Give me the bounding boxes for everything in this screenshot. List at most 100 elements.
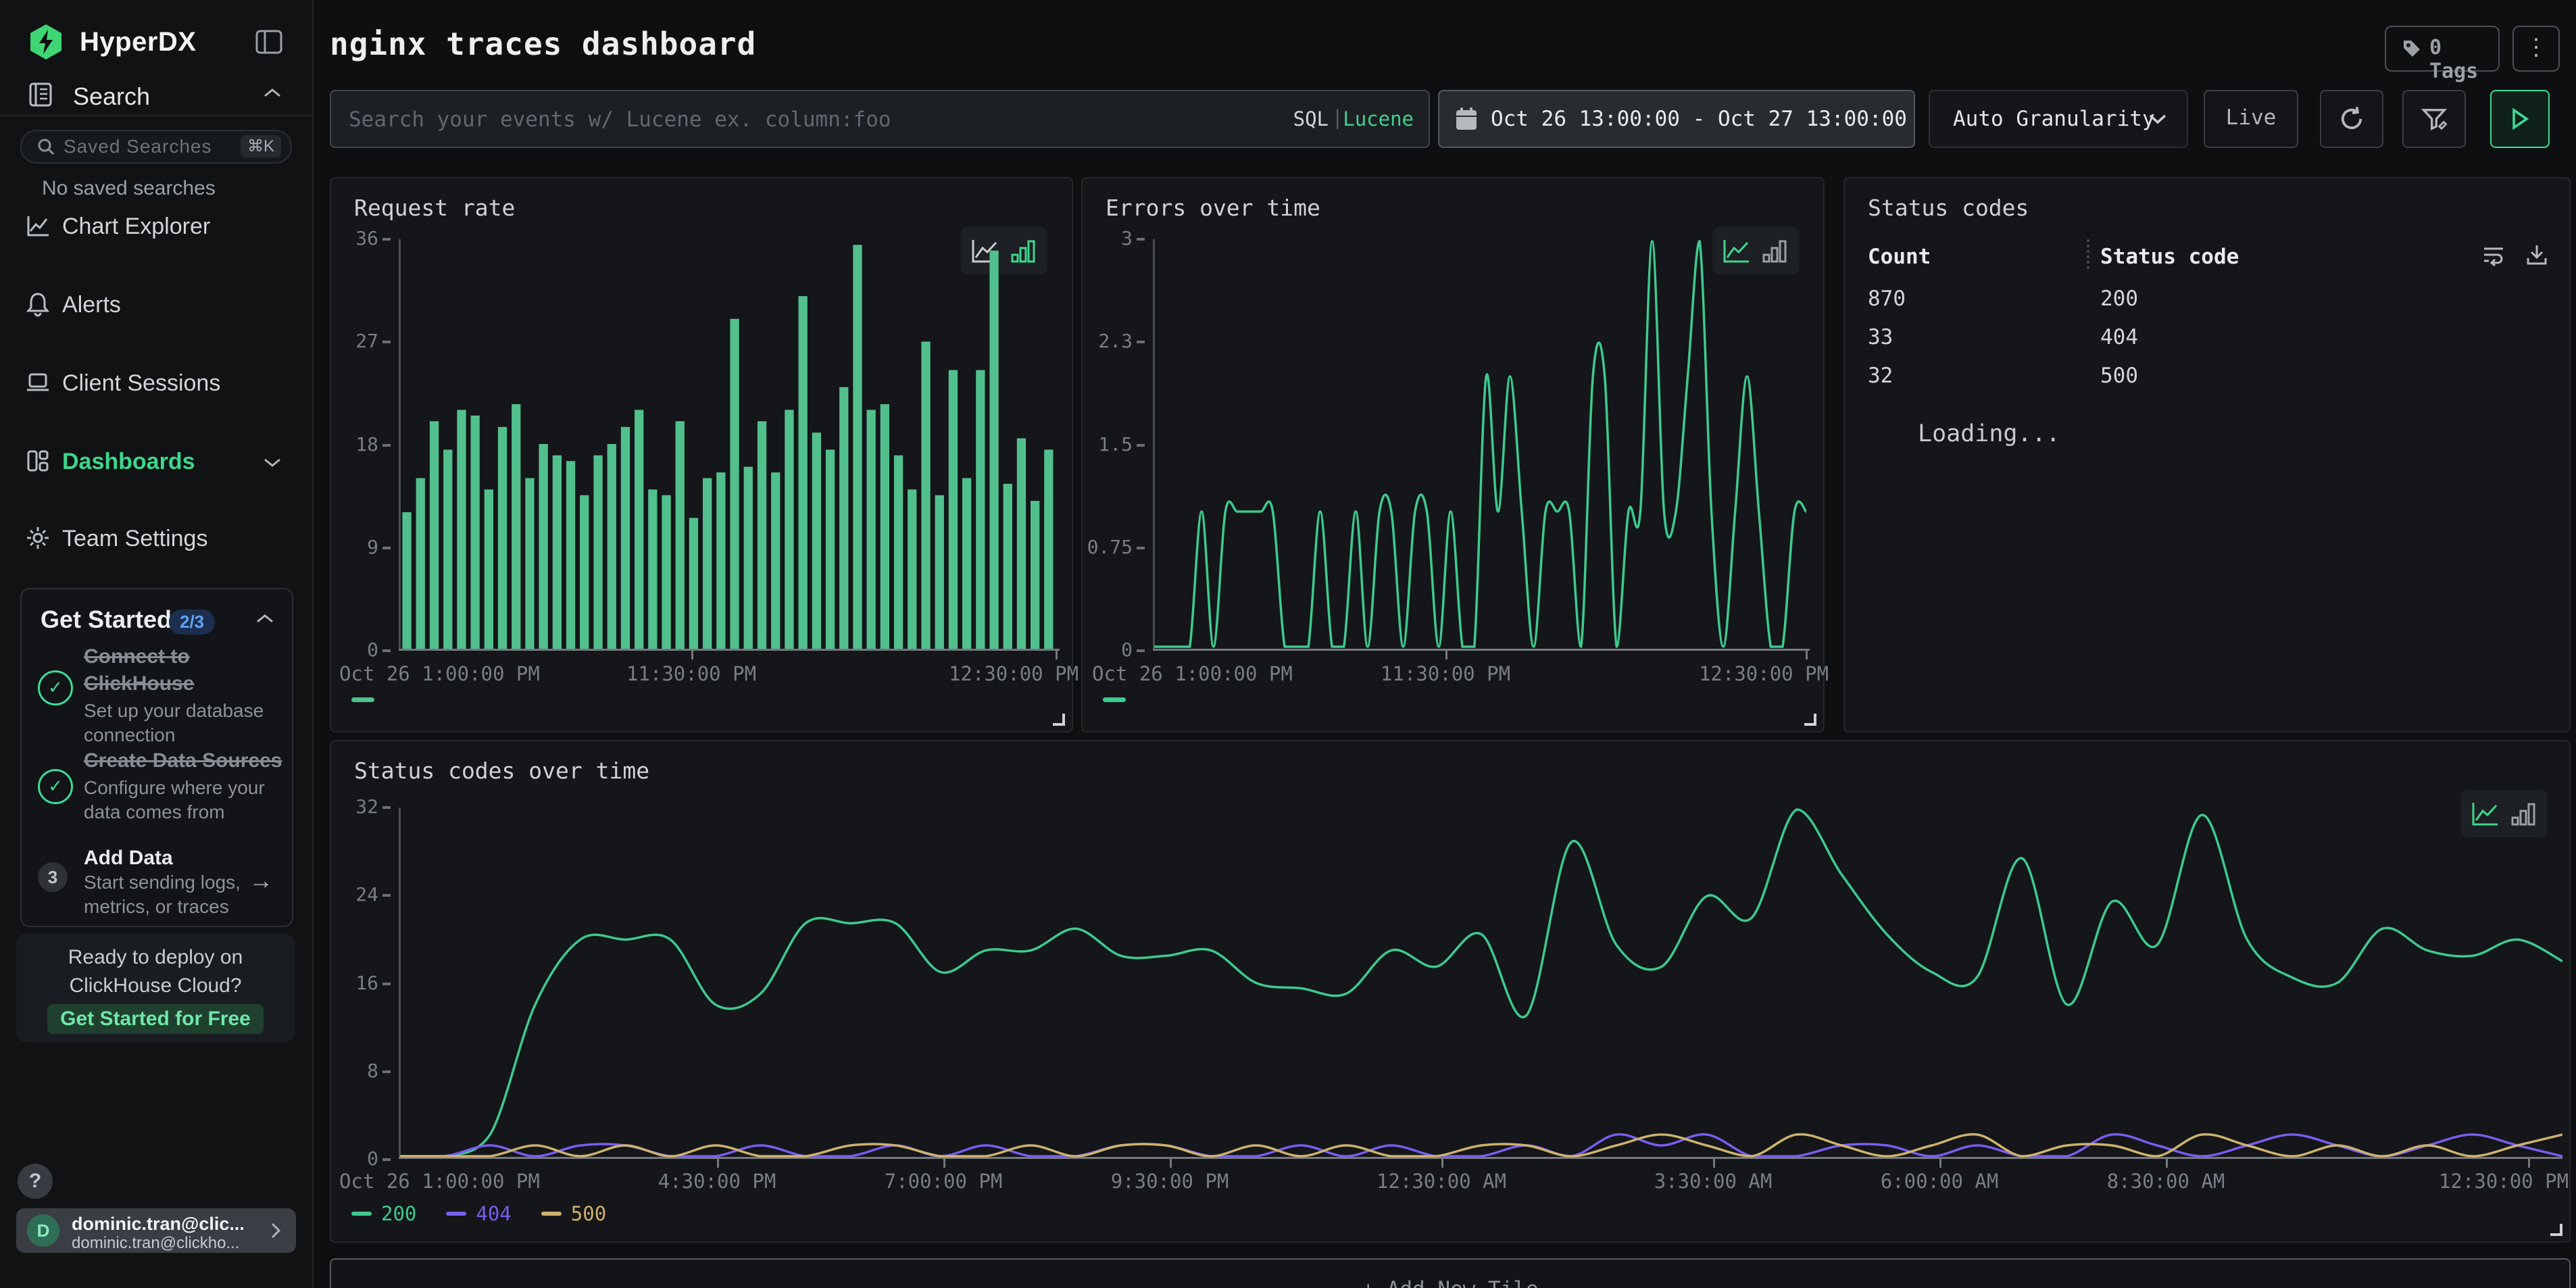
laptop-icon [24, 369, 51, 396]
granularity-select[interactable]: Auto Granularity [1929, 90, 2188, 148]
granularity-value: Auto Granularity [1953, 107, 2155, 131]
chevron-down-icon [2148, 112, 2168, 126]
chevron-right-icon [269, 1222, 282, 1239]
get-started-step-2[interactable]: ✓ Create Data Sources Configure where yo… [22, 751, 292, 833]
sidebar-section-search[interactable]: Search [0, 80, 312, 115]
sidebar-item-client-sessions[interactable]: Client Sessions [0, 366, 312, 403]
chevron-up-icon[interactable] [255, 612, 274, 626]
legend-item-404[interactable]: 404 [446, 1202, 511, 1225]
panel-status-codes-over-time: Status codes over time 32 24 16 8 0 Oct … [330, 740, 2571, 1243]
x-axis-label: 12:30:00 PM [1699, 662, 1829, 685]
sidebar: HyperDX Search Saved Searches ⌘K No save… [0, 0, 314, 1288]
chart-legend: 200 404 500 [351, 1202, 606, 1225]
x-axis-label: 9:30:00 PM [1111, 1170, 1229, 1193]
x-axis-line [1153, 649, 1810, 651]
loading-text: Loading... [1918, 420, 2060, 447]
x-axis-label: 4:30:00 PM [658, 1170, 776, 1193]
sidebar-item-dashboards[interactable]: Dashboards [0, 445, 312, 481]
legend-swatch [351, 1212, 372, 1216]
x-axis-label: 11:30:00 PM [626, 662, 756, 685]
brand-row: HyperDX [0, 19, 312, 66]
sidebar-item-alerts[interactable]: Alerts [0, 288, 312, 324]
play-icon [2510, 107, 2530, 130]
check-circle-icon: ✓ [38, 769, 73, 804]
table-row-code[interactable]: 200 [2100, 287, 2138, 311]
series-legend-swatch [1103, 697, 1126, 702]
table-row-count[interactable]: 870 [1868, 287, 1906, 311]
x-axis-label: Oct 26 1:00:00 PM [339, 1170, 540, 1193]
bell-icon [24, 291, 51, 318]
table-row-count[interactable]: 32 [1868, 364, 1893, 388]
legend-item-500[interactable]: 500 [541, 1202, 606, 1225]
column-divider[interactable] [2087, 239, 2089, 269]
get-started-step-3[interactable]: 3 Add Data Start sending logs, metrics, … [22, 847, 292, 922]
x-tick [1056, 650, 1058, 660]
clickhouse-promo-card: Ready to deploy on ClickHouse Cloud? Get… [16, 934, 295, 1042]
panel-errors-over-time: Errors over time 3 2.3 1.5 0.75 0 Oct 26… [1081, 177, 1825, 733]
x-axis-label: Oct 26 1:00:00 PM [1092, 662, 1293, 685]
table-row-count[interactable]: 33 [1868, 325, 1893, 349]
saved-searches-input[interactable]: Saved Searches ⌘K [20, 130, 292, 164]
event-search-input[interactable]: Search your events w/ Lucene ex. column:… [330, 90, 1430, 148]
promo-line2: ClickHouse Cloud? [16, 974, 295, 997]
y-axis-labels: 32 24 16 8 0 [331, 795, 391, 1170]
sql-toggle[interactable]: SQL [1293, 107, 1329, 130]
saved-searches-placeholder: Saved Searches [64, 136, 212, 157]
panel-status-codes: Status codes Count Status code 870 200 3… [1843, 177, 2571, 733]
help-button[interactable]: ? [18, 1164, 53, 1199]
hyperdx-logo-icon [27, 23, 65, 61]
sidebar-item-team-settings[interactable]: Team Settings [0, 522, 312, 558]
step-title: Add Data [84, 845, 273, 872]
table-actions [2481, 243, 2549, 266]
live-button[interactable]: Live [2204, 90, 2298, 148]
resize-handle[interactable] [1053, 714, 1065, 726]
wrap-text-icon[interactable] [2481, 243, 2506, 266]
sidebar-collapse-icon[interactable] [254, 27, 284, 57]
step-title: Connect to ClickHouse [84, 643, 253, 697]
resize-handle[interactable] [2550, 1224, 2562, 1236]
filter-edit-icon [2419, 104, 2449, 134]
lucene-toggle[interactable]: Lucene [1343, 107, 1414, 130]
x-axis-label: 7:00:00 PM [885, 1170, 1003, 1193]
resize-handle[interactable] [1804, 714, 1816, 726]
nav-label: Alerts [62, 292, 121, 318]
table-row-code[interactable]: 404 [2100, 325, 2138, 349]
panel-request-rate: Request rate 36 27 18 9 0 Oct 26 1:00:00… [330, 177, 1073, 733]
legend-item-200[interactable]: 200 [351, 1202, 416, 1225]
table-row-code[interactable]: 500 [2100, 364, 2138, 388]
x-tick [1445, 650, 1447, 660]
search-icon [36, 137, 55, 156]
nav-label: Chart Explorer [62, 214, 210, 240]
column-header-count[interactable]: Count [1868, 245, 1931, 269]
step-title: Create Data Sources [84, 747, 287, 774]
request-rate-bar-chart[interactable] [400, 239, 1056, 649]
get-started-title: Get Started [41, 605, 172, 634]
refresh-button[interactable] [2320, 90, 2383, 148]
nav-label: Team Settings [62, 526, 207, 552]
add-new-tile-button[interactable]: + Add New Tile [330, 1258, 2571, 1288]
user-name: dominic.tran@clic... [72, 1214, 245, 1235]
user-email: dominic.tran@clickho... [72, 1234, 239, 1253]
filter-button[interactable] [2402, 90, 2466, 148]
arrow-right-icon: → [249, 866, 273, 895]
tags-button[interactable]: 0 Tags [2385, 26, 2500, 72]
sidebar-item-chart-explorer[interactable]: Chart Explorer [0, 209, 312, 246]
get-started-free-button[interactable]: Get Started for Free [47, 1004, 264, 1034]
nav-label: Client Sessions [62, 370, 220, 397]
download-icon[interactable] [2525, 243, 2549, 266]
user-card[interactable]: D dominic.tran@clic... dominic.tran@clic… [16, 1208, 296, 1253]
status-codes-line-chart[interactable] [400, 808, 2562, 1158]
avatar: D [27, 1214, 59, 1247]
run-query-button[interactable] [2490, 90, 2550, 148]
chart-line-icon [24, 212, 51, 239]
panel-title: Status codes [1868, 195, 2029, 221]
kebab-menu-button[interactable]: ⋮ [2512, 26, 2560, 72]
x-axis-line [399, 649, 1060, 651]
brand-name: HyperDX [80, 27, 196, 57]
errors-line-chart[interactable] [1154, 239, 1806, 649]
column-header-status-code[interactable]: Status code [2100, 245, 2239, 269]
calendar-icon [1454, 106, 1479, 132]
time-range-picker[interactable]: Oct 26 13:00:00 - Oct 27 13:00:00 [1438, 90, 1915, 148]
get-started-step-1[interactable]: ✓ Connect to ClickHouse Set up your data… [22, 642, 292, 737]
x-axis-label: 12:30:00 PM [949, 662, 1079, 685]
